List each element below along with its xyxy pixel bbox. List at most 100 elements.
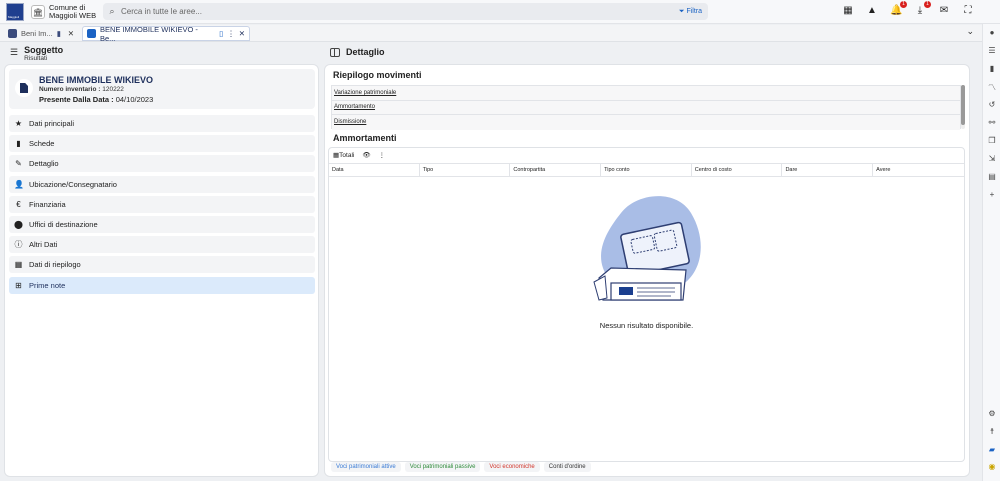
star-icon: ★ [14,119,23,128]
euro-icon: € [16,199,21,209]
chevron-down-icon[interactable]: ⌄ [966,26,974,37]
bank-icon: 🏛 [31,5,45,19]
nav-item-prime-note[interactable]: ⊞ Prime note [9,276,315,294]
table-header: Data Tipo Contropartita Tipo conto Centr… [329,163,964,177]
panel-title: Soggetto [24,45,64,55]
riepilogo-title: Riepilogo movimenti [333,70,422,80]
info-icon: ⓘ [14,240,23,250]
add-icon[interactable]: + [983,190,1000,199]
download-badge: 1 [924,1,931,8]
movement-link[interactable]: Ammortamento [332,100,960,116]
person-icon: 👤 [14,179,24,189]
mail-icon[interactable]: ✉ [938,5,950,17]
notification-badge: 1 [900,1,907,8]
apps-grid-icon[interactable]: ▦ [842,5,854,17]
filter-button[interactable]: ⏷ Filtra [679,8,708,16]
export-icon[interactable]: ⇲ [983,154,1000,163]
nav-item-ubicazione[interactable]: 👤 Ubicazione/Consegnatario [9,175,315,193]
totali-button[interactable]: ▦Totali [333,151,354,159]
global-search[interactable]: ⌕ Cerca in tutte le aree... ⏷ Filtra [103,3,708,20]
right-rail: ● ☰ ▮ 〽 ↺ ⚯ ❐ ⇲ ▤ + ⚙ ☨ ▰ ◉ [982,24,1000,481]
eye-icon[interactable]: 👁 [362,151,370,159]
accessibility-icon[interactable]: ☨ [983,427,1000,436]
settings-icon[interactable]: ⚙ [983,409,1000,418]
warning-icon[interactable]: ▲ [866,5,878,17]
empty-state-illustration [593,196,701,301]
more-icon[interactable]: ⋮ [379,151,386,159]
movement-link[interactable]: Variazione patrimoniale [332,86,960,101]
legend-item-economic: Voci economiche [484,462,540,472]
detail-title: Dettaglio [346,47,385,57]
column-header[interactable]: Avere [873,164,964,176]
tab-beni-immobili[interactable]: Beni Im... ▮ ✕ [4,26,78,41]
column-header[interactable]: Contropartita [510,164,602,176]
ammortamenti-title: Ammortamenti [333,133,397,143]
chat-icon[interactable]: ▰ [983,445,1000,454]
nav-item-altri-dati[interactable]: ⓘ Altri Dati [9,236,315,254]
close-icon[interactable]: ✕ [68,29,74,38]
pin-icon: ⬤ [14,219,23,229]
copy-icon[interactable]: ❐ [983,136,1000,145]
history-icon[interactable]: ↺ [983,100,1000,109]
link-icon[interactable]: ⚯ [983,118,1000,127]
asset-summary-card: BENE IMMOBILE WIKIEVO Numero inventario … [9,69,315,109]
search-input[interactable]: Cerca in tutte le aree... [121,7,679,16]
menu-icon[interactable]: ☰ [10,47,18,58]
grid-icon: ⊞ [15,280,22,290]
legend: Voci patrimoniali attive Voci patrimonia… [331,462,591,472]
bell-icon[interactable]: 🔔 1 [890,1,907,17]
column-header[interactable]: Centro di costo [692,164,783,176]
nav-item-finanziaria[interactable]: € Finanziaria [9,195,315,213]
right-panel-header: Dettaglio [330,47,385,57]
inventory-number: Numero inventario : 120222 [39,86,124,93]
ammortamenti-grid: ▦Totali 👁 ⋮ Data Tipo Contropartita Tipo… [328,147,965,462]
nav-item-schede[interactable]: ▮ Schede [9,135,315,153]
top-bar: Maggioli 🏛 Comune di Maggioli WEB ⌕ Cerc… [0,0,1000,24]
list-icon[interactable]: ☰ [983,46,1000,55]
bookmark-icon[interactable]: ▯ [219,29,223,38]
nav-item-dati-riepilogo[interactable]: ▦ Dati di riepilogo [9,256,315,274]
nav-item-uffici[interactable]: ⬤ Uffici di destinazione [9,215,315,233]
filter-label: Filtra [686,7,702,15]
organization-selector[interactable]: 🏛 Comune di Maggioli WEB [31,4,96,20]
column-header[interactable]: Tipo [420,164,511,176]
bookmark-icon[interactable]: ▮ [57,29,61,38]
legend-item-active-assets: Voci patrimoniali attive [331,462,401,472]
maggioli-logo[interactable]: Maggioli [6,3,24,21]
tab-label: Beni Im... [21,29,53,38]
close-icon[interactable]: ✕ [239,29,245,38]
user-icon[interactable]: ● [983,28,1000,37]
present-date: Presente Dalla Data : 04/10/2023 [39,95,154,104]
logo-text: Maggioli [8,15,20,19]
wand-icon: ✎ [15,159,22,169]
column-header[interactable]: Dare [782,164,874,176]
column-header[interactable]: Tipo conto [601,164,692,176]
tab-bene-immobile[interactable]: BENE IMMOBILE WIKIEVO - Be... ▯ ⋮ ✕ [82,25,250,43]
book-icon[interactable]: ▮ [983,64,1000,73]
search-icon: ⌕ [109,6,115,16]
panel-subtitle: Risultati [24,55,48,62]
file-icon: ▮ [16,139,21,149]
scrollbar[interactable] [961,85,965,129]
right-panel: Riepilogo movimenti Variazione patrimoni… [324,64,970,477]
file-icon[interactable]: ▤ [983,172,1000,181]
column-header[interactable]: Data [329,164,420,176]
download-icon[interactable]: ⤓ 1 [914,1,931,17]
nav-item-dati-principali[interactable]: ★ Dati principali [9,115,315,132]
nav-item-dettaglio[interactable]: ✎ Dettaglio [9,155,315,173]
help-icon[interactable]: ◉ [983,462,1000,471]
tab-bar: Beni Im... ▮ ✕ BENE IMMOBILE WIKIEVO - B… [0,25,982,43]
document-icon [87,29,96,38]
left-panel-header: ☰ Soggetto Risultati [10,45,63,62]
more-icon[interactable]: ⋮ [227,29,235,38]
calculator-icon: ▦ [14,260,23,270]
chart-icon[interactable]: 〽 [983,82,1000,93]
org-line2: Maggioli WEB [49,11,97,20]
legend-item-passive-assets: Voci patrimoniali passive [404,462,481,472]
panel-toggle-icon[interactable] [330,47,340,57]
left-panel: BENE IMMOBILE WIKIEVO Numero inventario … [4,64,319,477]
empty-message: Nessun risultato disponibile. [599,321,694,330]
movement-link[interactable]: Dismissione [332,115,960,130]
fullscreen-icon[interactable]: ⛶ [962,5,974,17]
section-nav: ★ Dati principali ▮ Schede ✎ Dettaglio 👤 Ubi… [9,115,315,297]
